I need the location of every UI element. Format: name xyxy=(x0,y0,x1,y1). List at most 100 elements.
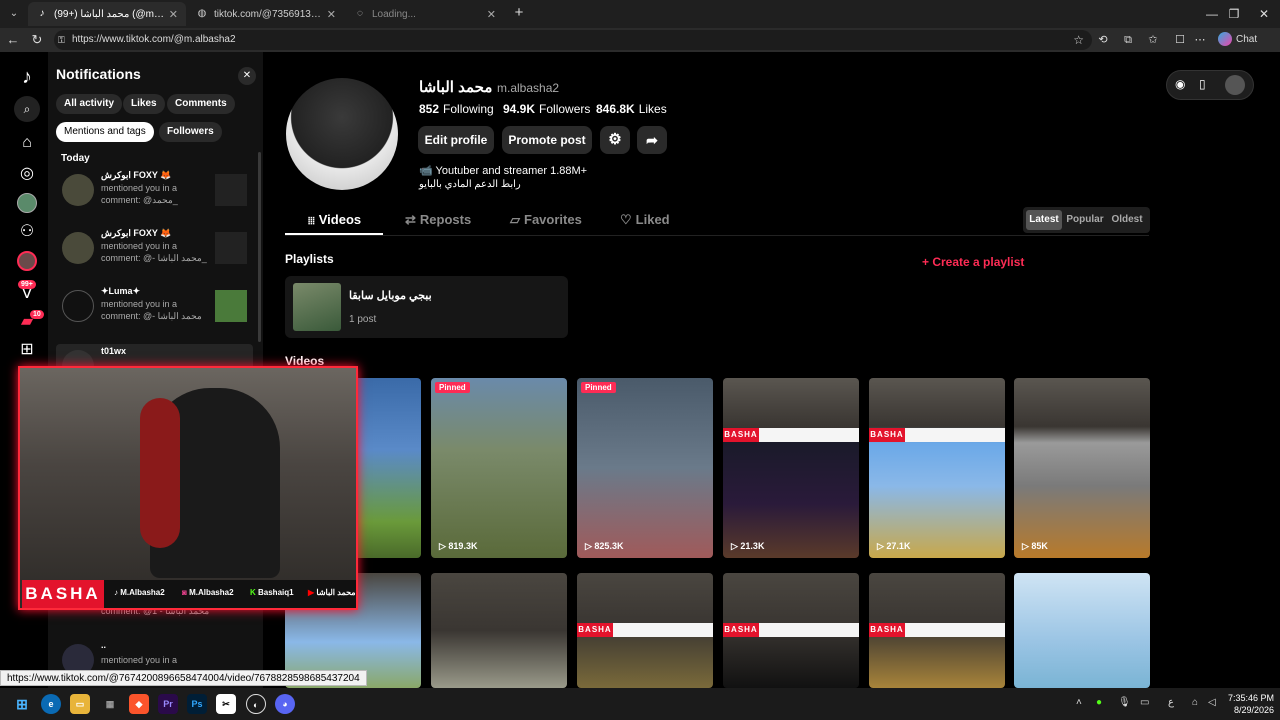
edit-profile-button[interactable]: Edit profile xyxy=(418,126,494,154)
friends-icon[interactable]: ⚇ xyxy=(14,218,40,244)
filter-likes[interactable]: Likes xyxy=(123,94,165,114)
vpn-icon[interactable]: ▦ xyxy=(100,694,120,714)
device-icon[interactable]: ▯ xyxy=(1199,77,1206,91)
following-avatar-icon[interactable] xyxy=(14,190,40,216)
filter-mentions-and-tags[interactable]: Mentions and tags xyxy=(56,122,154,142)
video-card[interactable]: ▷ 85K xyxy=(1014,378,1150,558)
copilot-chat-button[interactable]: Chat xyxy=(1218,31,1257,49)
share-arrow-icon[interactable]: ➦ xyxy=(637,126,667,154)
webcam-overlay: BASHA ♪ M.Albasha2 ◙ M.Albasha2 K Bashai… xyxy=(18,366,358,610)
clock[interactable]: 7:35:46 PM 8/29/2026 xyxy=(1224,692,1274,716)
home-icon[interactable]: ⌂ xyxy=(14,130,40,156)
explore-icon[interactable]: ◎ xyxy=(14,160,40,186)
profile-avatar[interactable] xyxy=(286,78,398,190)
display-icon[interactable]: ▭ xyxy=(1140,697,1149,708)
address-input[interactable]: ⚿ https://www.tiktok.com/@m.albasha2 ☆ xyxy=(54,30,1092,50)
streamer-banner: BASHA xyxy=(869,623,1005,637)
notification-item[interactable]: ابوكرش FOXY 🦊 mentioned you in a comment… xyxy=(56,226,253,278)
video-card[interactable]: BASHA ▷ 21.3K xyxy=(723,378,859,558)
tab-favorites[interactable]: ▱ Favorites xyxy=(510,212,582,234)
back-icon[interactable]: ← xyxy=(4,31,22,49)
grid-icon: ⦙⦙⦙ xyxy=(308,216,315,227)
search-icon[interactable]: ⌕ xyxy=(14,96,40,122)
notification-item[interactable]: ابوكرش FOXY 🦊 mentioned you in a comment… xyxy=(56,168,253,220)
live-avatar-icon[interactable] xyxy=(14,248,40,274)
favorite-star-icon[interactable]: ☆ xyxy=(1073,30,1084,50)
likes-label: Likes xyxy=(638,102,667,116)
scrollbar[interactable] xyxy=(258,152,261,342)
video-card[interactable]: Pinned ▷ 825.3K xyxy=(577,378,713,558)
file-explorer-icon[interactable]: ▭ xyxy=(70,694,90,714)
account-avatar[interactable] xyxy=(1225,75,1245,95)
sort-popular[interactable]: Popular xyxy=(1066,210,1104,230)
close-tab-icon[interactable]: ✕ xyxy=(169,8,178,21)
tab-videos[interactable]: ⦙⦙⦙ Videos xyxy=(308,212,361,234)
chat-label: Chat xyxy=(1236,34,1258,45)
close-tab-icon[interactable]: ✕ xyxy=(487,8,496,21)
section-today: Today xyxy=(61,153,90,164)
tab-actions-button[interactable]: ⌄ xyxy=(6,6,22,22)
video-card[interactable]: BASHA ▷ 27.1K xyxy=(869,378,1005,558)
capcut-icon[interactable]: ✂ xyxy=(216,694,236,714)
extensions-icon[interactable]: ⟲ xyxy=(1095,32,1111,48)
video-card[interactable]: BASHA xyxy=(869,573,1005,688)
video-card[interactable] xyxy=(1014,573,1150,688)
network-icon[interactable]: ⌂ xyxy=(1192,697,1198,708)
sort-oldest[interactable]: Oldest xyxy=(1108,210,1146,230)
tab-tiktok-video[interactable]: ◍ tiktok.com/@7356913511614333 ✕ xyxy=(188,2,344,26)
tiktok-logo-icon[interactable]: ♪ xyxy=(14,64,40,90)
upload-icon[interactable]: ⊞ xyxy=(14,336,40,362)
filter-all-activity[interactable]: All activity xyxy=(56,94,123,114)
compass-icon[interactable]: ◉ xyxy=(1175,77,1185,91)
tab-reposts[interactable]: ⇄ Reposts xyxy=(405,212,471,234)
promote-post-button[interactable]: Promote post xyxy=(502,126,592,154)
photoshop-icon[interactable]: Ps xyxy=(187,694,207,714)
close-notifications-icon[interactable]: ✕ xyxy=(238,67,256,85)
collections-icon[interactable]: ☐ xyxy=(1172,32,1188,48)
refresh-icon[interactable]: ↻ xyxy=(28,31,46,49)
close-window-button[interactable]: ✕ xyxy=(1244,0,1280,28)
volume-icon[interactable]: ◁ xyxy=(1208,697,1216,708)
tab-favorites-label: Favorites xyxy=(524,212,582,227)
close-tab-icon[interactable]: ✕ xyxy=(327,8,336,21)
sort-latest[interactable]: Latest xyxy=(1026,210,1062,230)
repost-icon: ⇄ xyxy=(405,212,416,227)
microphone-icon[interactable]: 🎙 xyxy=(1118,697,1131,708)
following-stat[interactable]: 852 Following xyxy=(419,102,494,116)
premiere-icon[interactable]: Pr xyxy=(158,694,178,714)
discord-icon[interactable]: ◕ xyxy=(275,694,295,714)
video-card[interactable]: Pinned ▷ 819.3K xyxy=(431,378,567,558)
filter-comments[interactable]: Comments xyxy=(167,94,235,114)
filter-followers[interactable]: Followers xyxy=(159,122,222,142)
favorites-icon[interactable]: ✩ xyxy=(1145,32,1161,48)
create-playlist-link[interactable]: + Create a playlist xyxy=(922,255,1024,269)
tab-tiktok-profile[interactable]: ♪ (99+) محمد الباشا (@m.albasha2) ✕ xyxy=(28,2,186,26)
edge-icon[interactable]: e xyxy=(41,694,61,714)
display-name: محمد الباشا xyxy=(419,79,493,96)
new-tab-button[interactable]: + xyxy=(510,4,528,22)
tray-expand-icon[interactable]: ˄ xyxy=(1076,697,1082,708)
settings-gear-icon[interactable]: ⚙ xyxy=(600,126,630,154)
avatar xyxy=(62,174,94,206)
tab-loading[interactable]: ◌ Loading... ✕ xyxy=(346,2,504,26)
split-screen-icon[interactable]: ⧉ xyxy=(1120,32,1136,48)
tab-label: Loading... xyxy=(372,8,416,20)
windows-start-icon[interactable]: ⊞ xyxy=(12,694,32,714)
tab-liked[interactable]: ♡ Liked xyxy=(620,212,670,234)
video-card[interactable]: BASHA xyxy=(723,573,859,688)
playlist-card[interactable]: ببجي موبايل سابقا 1 post xyxy=(285,276,568,338)
obs-icon[interactable]: ◐ xyxy=(246,694,266,714)
following-label: Following xyxy=(443,102,494,116)
tray-app-icon[interactable]: ● xyxy=(1096,697,1102,708)
video-card[interactable]: BASHA xyxy=(577,573,713,688)
more-icon[interactable]: ⋯ xyxy=(1192,32,1208,48)
video-card[interactable] xyxy=(431,573,567,688)
address-toolbar: ← ↻ ⚿ https://www.tiktok.com/@m.albasha2… xyxy=(0,28,1280,52)
clock-time: 7:35:46 PM xyxy=(1227,693,1274,703)
site-info-icon[interactable]: ⚿ xyxy=(58,30,65,50)
bio-line: 📹 Youtuber and streamer 1.88M+ xyxy=(419,165,588,177)
keyboard-language[interactable]: ع xyxy=(1168,697,1174,708)
notification-item[interactable]: ✦Luma✦ mentioned you in a comment: @- مح… xyxy=(56,284,253,336)
followers-stat[interactable]: 94.9K Followers xyxy=(503,102,590,116)
brave-icon[interactable]: ◆ xyxy=(129,694,149,714)
